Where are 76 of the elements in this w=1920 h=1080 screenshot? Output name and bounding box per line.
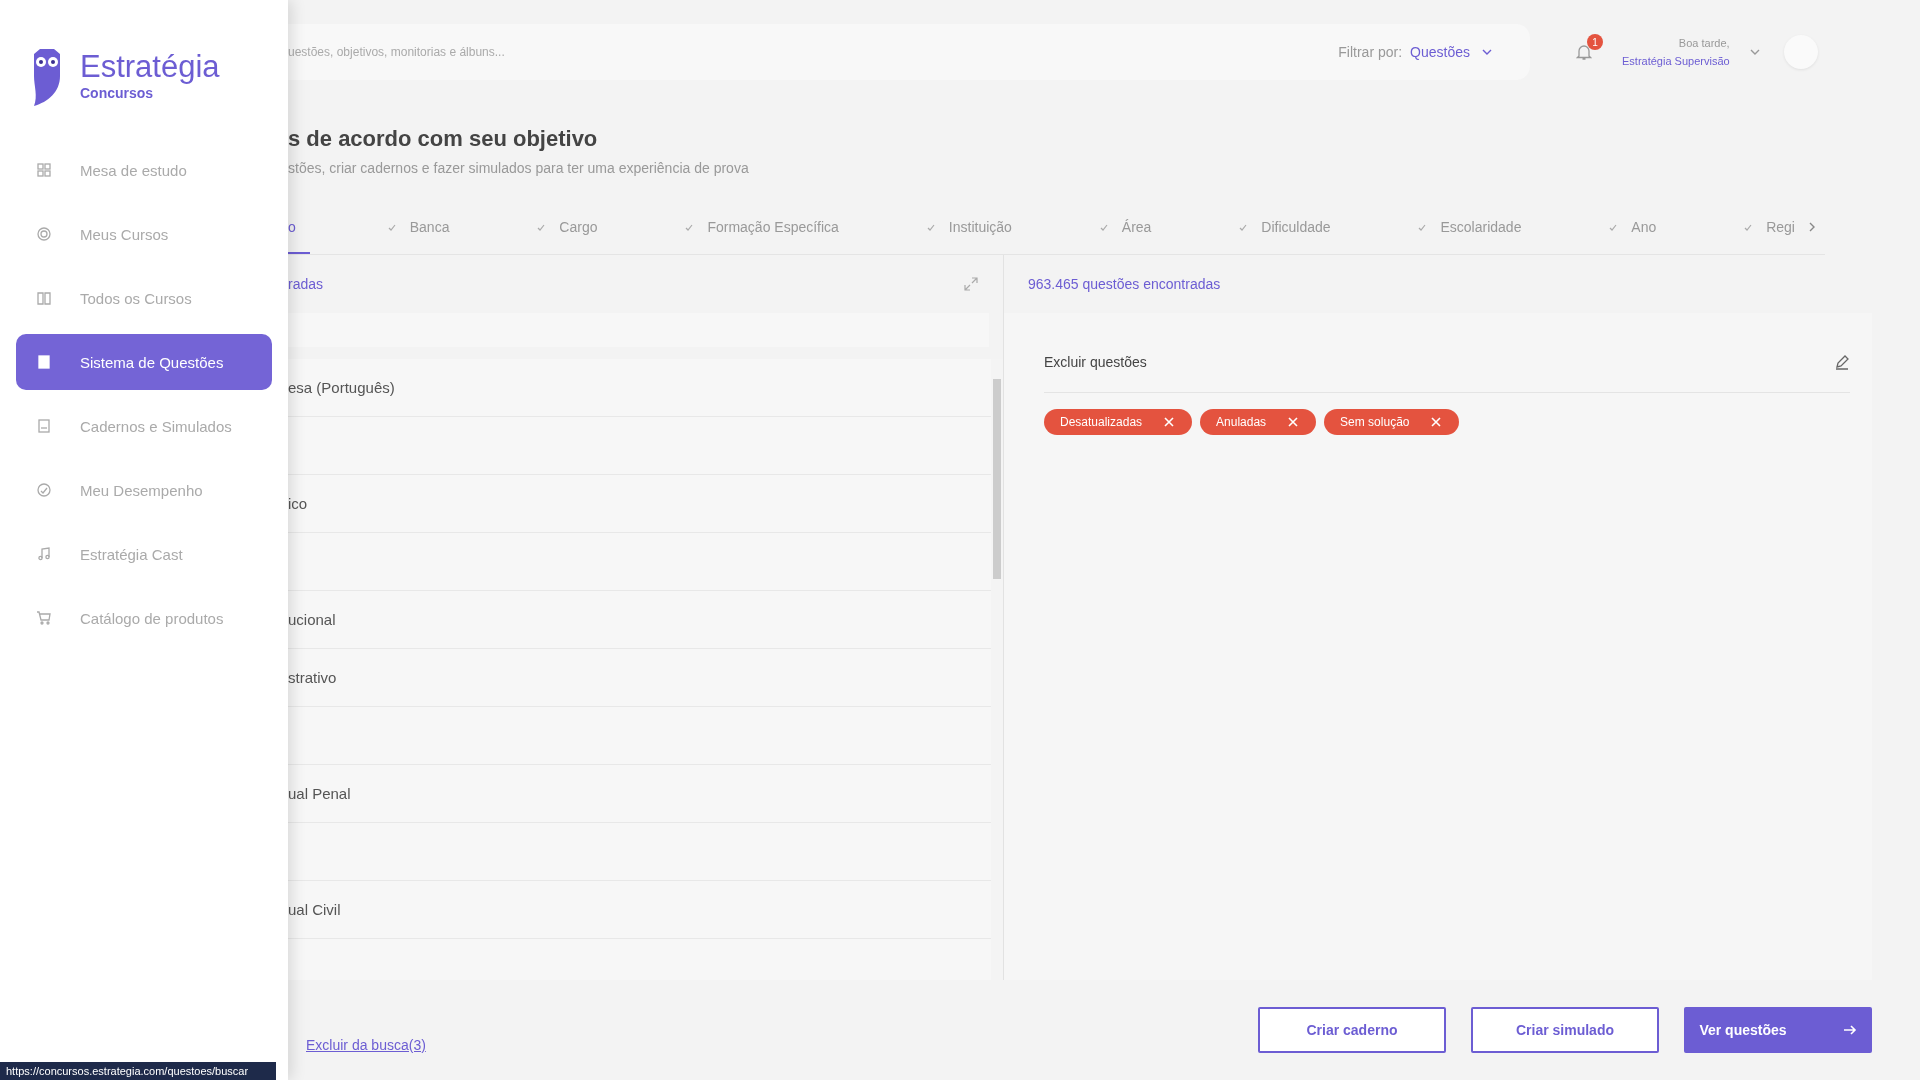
sidebar-item[interactable]: Cadernos e Simulados	[16, 398, 272, 454]
check-icon	[1609, 223, 1618, 231]
action-button[interactable]: Criar caderno	[1258, 1007, 1446, 1053]
filter-tab[interactable]: Formação Específica	[685, 202, 849, 254]
filter-tab[interactable]: Cargo	[537, 202, 608, 254]
action-button[interactable]: Ver questões	[1684, 1007, 1872, 1053]
action-button[interactable]: Criar simulado	[1471, 1007, 1659, 1053]
list-item[interactable]	[288, 417, 991, 475]
sidebar-item[interactable]: Meus Cursos	[16, 206, 272, 262]
section-title: Excluir questões	[1044, 353, 1147, 370]
sidebar-item[interactable]: Meu Desempenho	[16, 462, 272, 518]
notebook-icon	[36, 418, 52, 434]
filter-chip[interactable]: Anuladas	[1200, 409, 1317, 435]
user-name[interactable]: Estratégia Supervisão	[1622, 55, 1730, 67]
notification-badge: 1	[1587, 34, 1603, 50]
cart-icon	[36, 610, 52, 626]
sidebar-item[interactable]: Mesa de estudo	[16, 142, 272, 198]
document-icon	[36, 354, 52, 370]
target-icon	[36, 226, 52, 242]
grid-icon	[36, 162, 52, 178]
logo-name: Estratégia	[80, 51, 220, 82]
page-heading: s de acordo com seu objetivo	[288, 126, 599, 152]
panel-title: radas	[288, 276, 324, 292]
arrow-right-icon	[1842, 1024, 1857, 1036]
filter-dropdown[interactable]: Questões	[1410, 44, 1492, 60]
sidebar-item[interactable]: Sistema de Questões	[16, 334, 272, 390]
sidebar-item[interactable]: Todos os Cursos	[16, 270, 272, 326]
chevron-down-icon	[1482, 49, 1492, 55]
filter-label: Filtrar por:	[1338, 44, 1403, 60]
filter-tab[interactable]: o	[288, 202, 310, 254]
logo-subtitle: Concursos	[80, 85, 155, 101]
check-circle-icon	[36, 482, 52, 498]
check-icon	[1099, 223, 1108, 231]
chevron-down-icon[interactable]	[1749, 49, 1760, 55]
check-icon	[926, 223, 935, 231]
check-icon	[1744, 223, 1753, 231]
page-subtitle: stões, criar cadernos e fazer simulados para ter uma experiência de prova	[288, 160, 750, 176]
results-count: 963.465 questões encontradas	[1028, 275, 1222, 294]
bell-icon[interactable]	[1576, 43, 1592, 61]
list-item[interactable]: esa (Português)	[288, 359, 991, 417]
list-item[interactable]	[288, 707, 991, 765]
filter-chip[interactable]: Desatualizadas	[1044, 409, 1193, 435]
book-icon	[36, 290, 52, 306]
filter-tab[interactable]: Dificuldade	[1239, 202, 1341, 254]
list-item[interactable]: ucional	[288, 591, 991, 649]
close-icon[interactable]	[1431, 417, 1442, 427]
search-field[interactable]: uestões, objetivos, monitorias e álbuns... Filtrar por: Questões	[288, 24, 1530, 80]
sidebar-item[interactable]: Catálogo de produtos	[16, 590, 272, 646]
filter-tab[interactable]: Banca	[387, 202, 460, 254]
music-note-icon	[36, 546, 52, 562]
exclude-link[interactable]: Excluir da busca(3)	[306, 1037, 426, 1053]
check-icon	[1239, 223, 1248, 231]
list-item[interactable]	[288, 533, 991, 591]
close-icon[interactable]	[1288, 417, 1299, 427]
list-item[interactable]: strativo	[288, 649, 991, 707]
filter-tab[interactable]: Ano	[1609, 202, 1667, 254]
expand-icon[interactable]	[963, 276, 979, 292]
filter-tab[interactable]: Área	[1099, 202, 1162, 254]
status-bar-url: https://concursos.estrategia.com/questoes/buscar	[0, 1062, 276, 1080]
list-item[interactable]: ico	[288, 475, 991, 533]
greeting: Boa tarde,	[1678, 37, 1730, 49]
pencil-icon[interactable]	[1834, 353, 1850, 370]
chevron-right-icon	[1809, 222, 1815, 232]
filter-tab[interactable]: Regi	[1744, 202, 1825, 254]
check-icon	[685, 223, 694, 231]
check-icon	[537, 223, 546, 231]
filter-tab[interactable]: Escolaridade	[1418, 202, 1532, 254]
close-icon[interactable]	[1164, 417, 1175, 427]
sidebar-item[interactable]: Estratégia Cast	[16, 526, 272, 582]
list-item[interactable]: ual Civil	[288, 881, 991, 939]
list-item[interactable]	[288, 823, 991, 881]
check-icon	[387, 223, 396, 231]
list-item[interactable]: ual Penal	[288, 765, 991, 823]
filter-tab[interactable]: Instituição	[926, 202, 1022, 254]
check-icon	[1418, 223, 1427, 231]
filter-chip[interactable]: Sem solução	[1324, 409, 1460, 435]
